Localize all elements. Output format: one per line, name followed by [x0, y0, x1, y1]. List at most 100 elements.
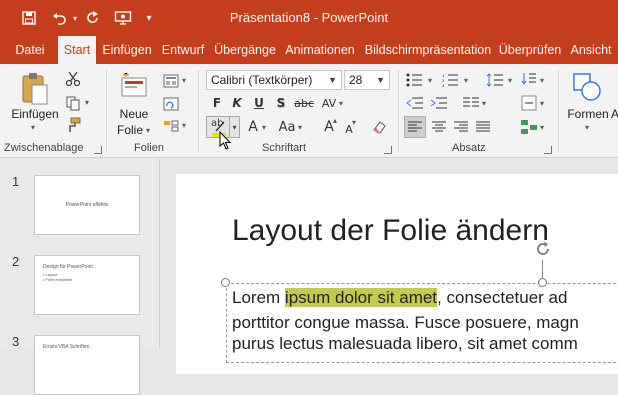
thumb-number: 2	[12, 254, 20, 269]
slide-thumbnail-1[interactable]: PowerPoint effektiv	[34, 175, 140, 235]
smartart-icon[interactable]	[518, 116, 540, 138]
section-icon[interactable]	[160, 117, 182, 135]
tab-entwurf[interactable]: Entwurf	[158, 36, 208, 64]
rotate-handle-icon[interactable]	[532, 238, 554, 260]
svg-text:3: 3	[442, 83, 445, 87]
text-direction-icon[interactable]	[518, 70, 540, 88]
group-divider	[106, 70, 107, 152]
group-divider	[398, 70, 399, 152]
underline-button[interactable]: U	[250, 94, 268, 112]
character-spacing-dropdown-icon[interactable]: ▾	[339, 99, 343, 108]
chevron-down-icon[interactable]: ▼	[376, 71, 385, 89]
tab-bildschirmpraesentation[interactable]: Bildschirmpräsentation	[362, 36, 494, 64]
chevron-down-icon[interactable]: ▼	[328, 71, 337, 89]
cut-icon[interactable]	[64, 70, 82, 88]
character-spacing-button[interactable]: AV	[318, 94, 340, 112]
smartart-dropdown-icon[interactable]: ▾	[540, 123, 544, 132]
thumb-text: PowerPoint effektiv	[65, 202, 109, 208]
title-bar: ▾ ▾ Präsentation8 - PowerPoint	[0, 0, 618, 36]
tab-einfuegen[interactable]: Einfügen	[100, 36, 154, 64]
group-divider	[198, 70, 199, 152]
columns-icon[interactable]	[460, 95, 482, 111]
new-slide-label-line1[interactable]: Neue	[114, 107, 154, 121]
tab-animationen[interactable]: Animationen	[282, 36, 358, 64]
align-right-icon[interactable]	[450, 116, 472, 138]
decrease-indent-icon[interactable]	[404, 95, 426, 111]
thumb-number: 1	[12, 174, 20, 189]
tab-uebergaenge[interactable]: Übergänge	[212, 36, 278, 64]
shapes-label[interactable]: Formen	[566, 107, 610, 121]
ribbon: Einfügen ▾ ▾ Zwischenablage Neue Folie ▾…	[0, 64, 618, 158]
numbering-icon[interactable]: 123	[440, 72, 462, 88]
thumb-text: • Folie einstellen	[43, 277, 73, 282]
paste-label[interactable]: Einfügen	[10, 107, 60, 121]
new-slide-dropdown-icon[interactable]: ▾	[146, 126, 150, 135]
group-divider	[558, 70, 559, 152]
clear-formatting-icon[interactable]	[370, 118, 388, 136]
new-slide-icon[interactable]	[118, 70, 150, 102]
format-painter-icon[interactable]	[64, 116, 82, 134]
clipboard-launcher-icon[interactable]	[94, 146, 102, 154]
resize-handle[interactable]	[221, 278, 230, 287]
text-direction-dropdown-icon[interactable]: ▾	[540, 76, 544, 85]
italic-button[interactable]: K	[228, 94, 246, 112]
resize-handle[interactable]	[538, 278, 547, 287]
strikethrough-button[interactable]: abc	[292, 94, 316, 112]
window-title: Präsentation8 - PowerPoint	[229, 10, 389, 25]
reset-slide-icon[interactable]	[160, 95, 182, 113]
body-text: Lorem	[232, 288, 285, 307]
body-line-3[interactable]: purus lectus malesuada libero, sit amet …	[232, 334, 578, 354]
tab-start[interactable]: Start	[58, 36, 96, 64]
align-left-icon[interactable]	[404, 116, 426, 138]
font-size-combo[interactable]: 28 ▼	[344, 70, 390, 90]
section-dropdown-icon[interactable]: ▾	[182, 121, 186, 130]
bold-button[interactable]: F	[208, 94, 226, 112]
line-spacing-dropdown-icon[interactable]: ▾	[508, 76, 512, 85]
grow-arrow-icon: ▴	[333, 116, 338, 125]
slide-title[interactable]: Layout der Folie ändern	[232, 214, 549, 248]
thumb-text: Ernsts VBA Schriften	[43, 344, 90, 350]
group-label-paragraph: Absatz	[452, 142, 486, 154]
change-case-dropdown-icon[interactable]: ▾	[298, 123, 302, 132]
paragraph-launcher-icon[interactable]	[544, 146, 552, 154]
ribbon-tabs: Datei Start Einfügen Entwurf Übergänge A…	[0, 36, 618, 64]
tab-ansicht[interactable]: Ansicht	[568, 36, 614, 64]
line-spacing-icon[interactable]	[484, 72, 506, 88]
justify-icon[interactable]	[472, 116, 494, 138]
increase-indent-icon[interactable]	[428, 95, 450, 111]
slide-thumbnail-2[interactable]: Design für PowerPoint • Layout • Folie e…	[34, 255, 140, 315]
paste-dropdown-icon[interactable]: ▾	[31, 123, 35, 132]
shapes-dropdown-icon[interactable]: ▾	[585, 123, 589, 132]
slide-thumbnails-pane: 1 PowerPoint effektiv 2 Design für Power…	[0, 159, 160, 395]
columns-dropdown-icon[interactable]: ▾	[482, 99, 486, 108]
align-text-dropdown-icon[interactable]: ▾	[540, 99, 544, 108]
numbering-dropdown-icon[interactable]: ▾	[464, 76, 468, 85]
align-text-icon[interactable]	[518, 94, 540, 112]
font-color-dropdown-icon[interactable]: ▾	[262, 123, 266, 132]
shadow-button[interactable]: S	[272, 94, 290, 112]
slide-thumbnail-3[interactable]: Ernsts VBA Schriften	[34, 335, 140, 395]
tab-ueberpruefen[interactable]: Überprüfen	[498, 36, 562, 64]
copy-dropdown-icon[interactable]: ▾	[85, 98, 89, 107]
new-slide-label-line2[interactable]: Folie	[112, 123, 148, 137]
bullets-dropdown-icon[interactable]: ▾	[428, 76, 432, 85]
body-line-1[interactable]: Lorem ipsum dolor sit amet, consectetuer…	[232, 288, 567, 308]
copy-icon[interactable]	[64, 94, 82, 112]
paste-icon[interactable]	[18, 70, 52, 108]
font-color-button[interactable]: A	[244, 118, 262, 136]
arrange-label-partial[interactable]: A	[610, 107, 618, 121]
body-line-2[interactable]: porttitor congue massa. Fusce posuere, m…	[232, 313, 579, 333]
tab-datei[interactable]: Datei	[8, 36, 52, 64]
layout-dropdown-icon[interactable]: ▾	[182, 76, 186, 85]
layout-icon[interactable]	[160, 72, 182, 90]
change-case-button[interactable]: Aa	[276, 118, 298, 136]
thumb-text: Design für PowerPoint	[43, 264, 93, 270]
group-label-slides: Folien	[134, 142, 164, 154]
shapes-icon[interactable]	[570, 70, 604, 104]
bullets-icon[interactable]	[404, 72, 426, 88]
font-name-value: Calibri (Textkörper)	[211, 73, 313, 87]
font-launcher-icon[interactable]	[384, 146, 392, 154]
font-name-combo[interactable]: Calibri (Textkörper) ▼	[206, 70, 342, 90]
body-text: , consectetuer ad	[437, 288, 568, 307]
align-center-icon[interactable]	[428, 116, 450, 138]
